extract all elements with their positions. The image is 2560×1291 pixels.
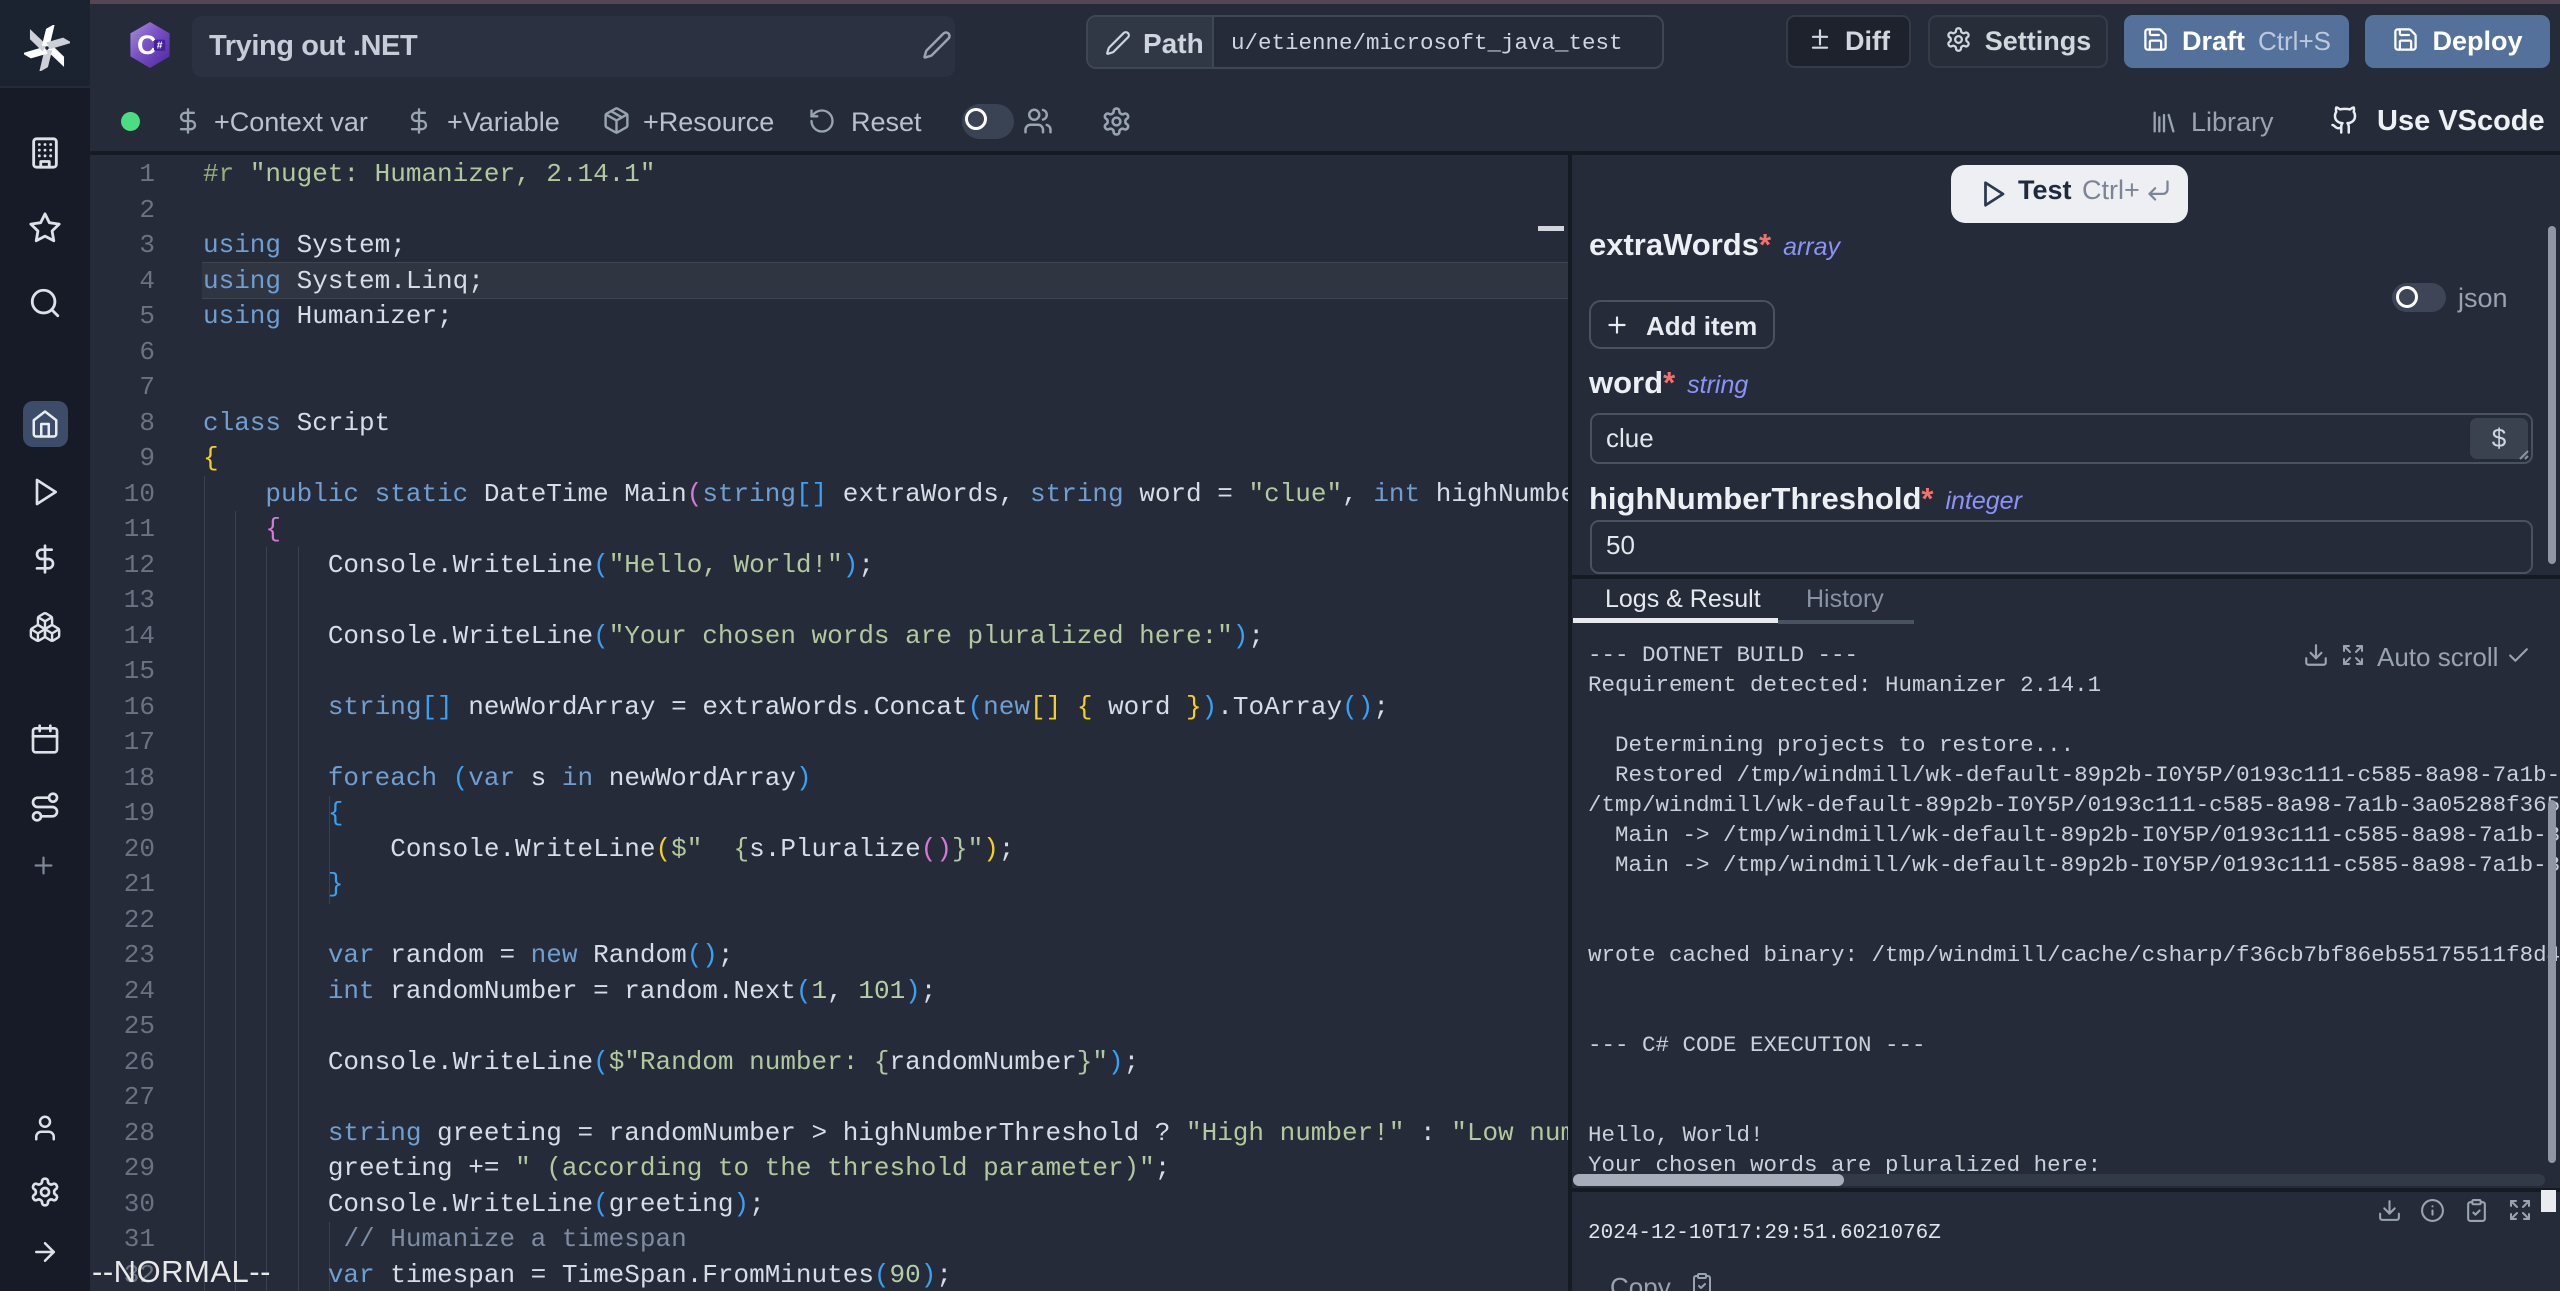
svg-text:C: C (137, 29, 157, 60)
svg-text:#: # (157, 40, 163, 51)
